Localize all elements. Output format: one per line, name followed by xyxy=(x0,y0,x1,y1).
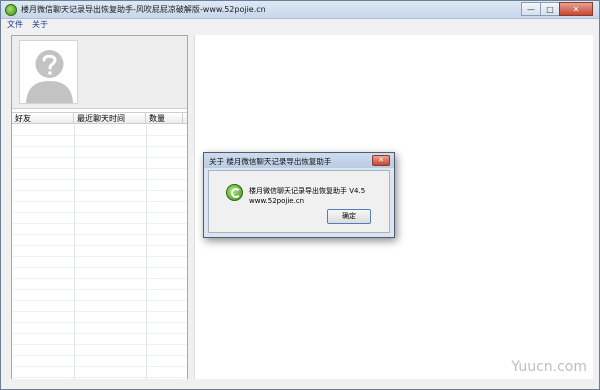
dialog-close-button[interactable]: ✕ xyxy=(372,155,390,166)
column-header-count[interactable]: 数量 xyxy=(146,113,183,124)
dialog-title: 关于 楼月微信聊天记录导出恢复助手 xyxy=(209,157,332,166)
friend-list[interactable] xyxy=(12,125,187,379)
friend-panel: 好友 最近聊天时间 数量 xyxy=(11,35,188,379)
avatar-placeholder-icon xyxy=(20,41,77,103)
about-dialog: 关于 楼月微信聊天记录导出恢复助手 ✕ 楼月微信聊天记录导出恢复助手 V4.5 … xyxy=(203,152,395,238)
ok-button[interactable]: 确定 xyxy=(327,209,371,224)
menu-about[interactable]: 关于 xyxy=(29,19,51,31)
dialog-body: 楼月微信聊天记录导出恢复助手 V4.5 www.52pojie.cn 确定 xyxy=(208,170,390,233)
title-bar[interactable]: 楼月微信聊天记录导出恢复助手-风吹屁屁凉破解版-www.52pojie.cn —… xyxy=(1,1,599,19)
avatar xyxy=(19,40,78,104)
menu-file[interactable]: 文件 xyxy=(4,19,26,31)
menu-bar: 文件 关于 xyxy=(1,19,599,31)
watermark: Yuucn.com xyxy=(511,359,587,375)
column-header-friend[interactable]: 好友 xyxy=(12,113,74,124)
dialog-title-bar[interactable]: 关于 楼月微信聊天记录导出恢复助手 ✕ xyxy=(204,153,394,168)
close-button[interactable]: ✕ xyxy=(559,2,593,16)
column-divider xyxy=(146,125,147,379)
window-title: 楼月微信聊天记录导出恢复助手-风吹屁屁凉破解版-www.52pojie.cn xyxy=(21,5,266,14)
friend-table-header: 好友 最近聊天时间 数量 xyxy=(12,112,187,124)
minimize-button[interactable]: — xyxy=(521,2,541,16)
dialog-app-icon xyxy=(226,184,243,201)
column-divider xyxy=(74,125,75,379)
dialog-website: www.52pojie.cn xyxy=(249,197,305,205)
column-header-last-chat-time[interactable]: 最近聊天时间 xyxy=(74,113,146,124)
avatar-area xyxy=(12,36,187,109)
app-icon xyxy=(5,4,17,16)
maximize-button[interactable]: □ xyxy=(540,2,560,16)
window-controls: — □ ✕ xyxy=(521,2,593,17)
dialog-product-name: 楼月微信聊天记录导出恢复助手 V4.5 xyxy=(249,187,366,195)
